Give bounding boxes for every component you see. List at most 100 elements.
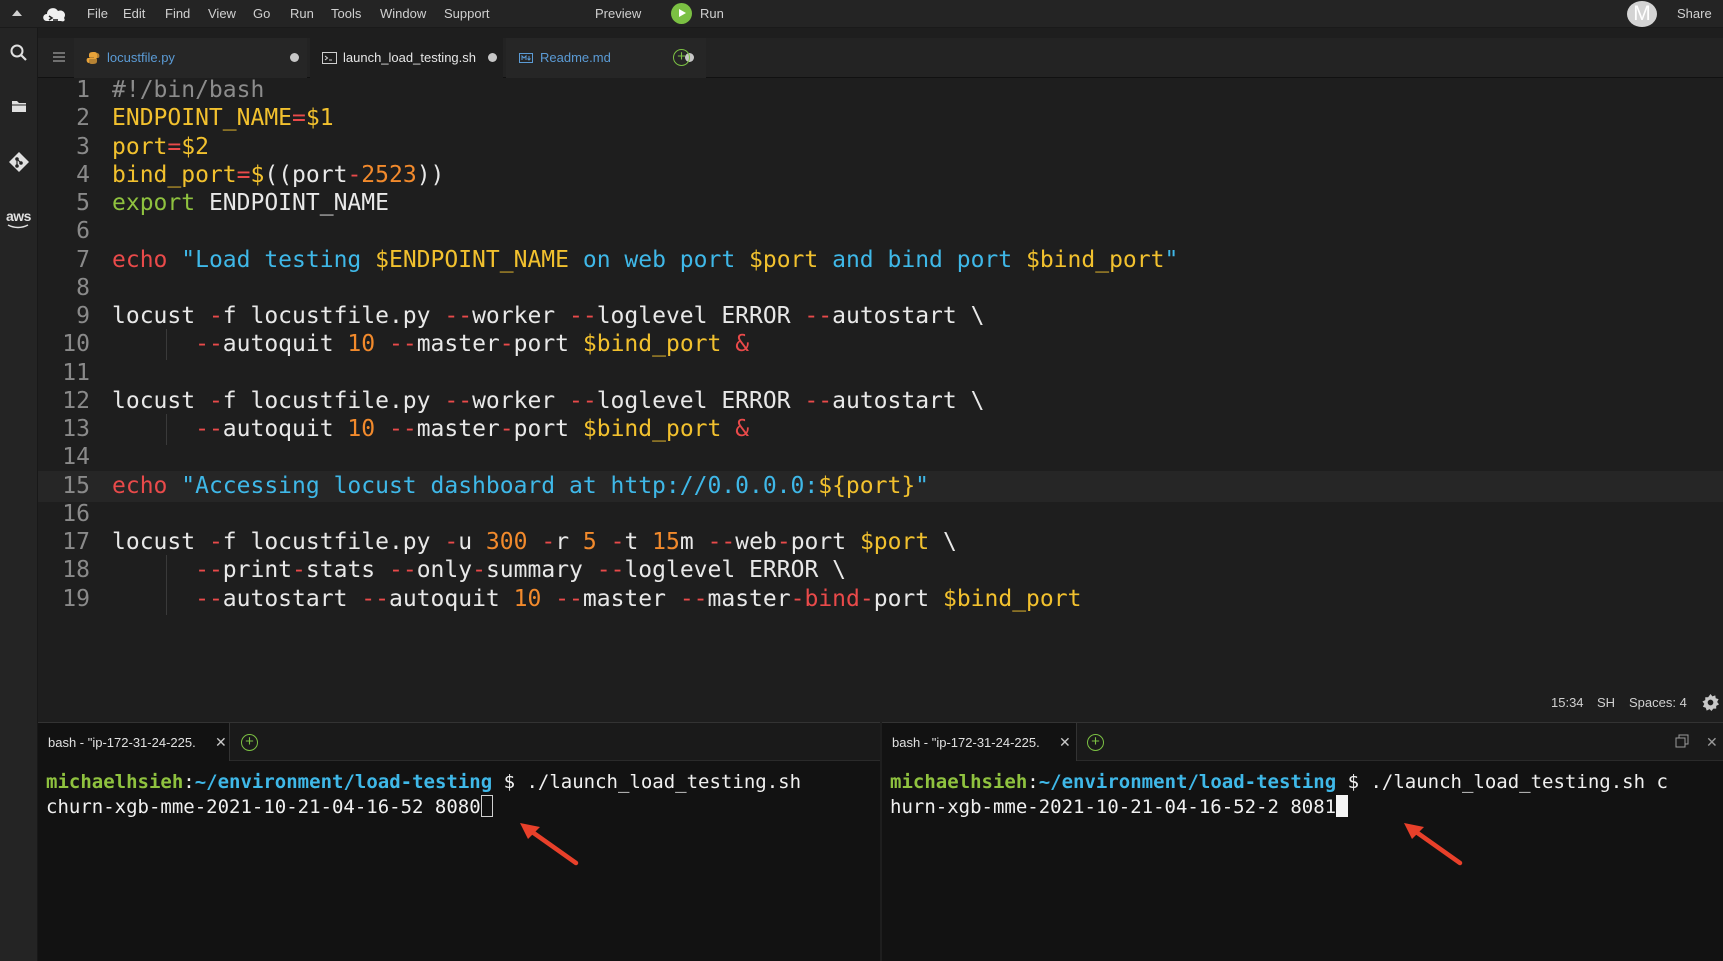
code-token: = <box>292 105 306 132</box>
menu-file[interactable]: File <box>87 6 108 21</box>
menu-window[interactable]: Window <box>380 6 426 21</box>
menu-view[interactable]: View <box>208 6 236 21</box>
folder-icon[interactable] <box>8 95 30 117</box>
line-number[interactable]: 3 <box>38 132 90 163</box>
indentation-setting[interactable]: Spaces: 4 <box>1629 695 1687 710</box>
code-line[interactable]: 18 --print-stats --only-summary --loglev… <box>38 555 1723 587</box>
terminal-panel-2[interactable]: bash - "ip-172-31-24-225. ✕ + ✕ michaelh… <box>882 722 1723 961</box>
add-tab-icon[interactable]: + <box>673 49 690 66</box>
hamburger-menu-icon[interactable] <box>52 50 66 64</box>
code-line[interactable]: 10 --autoquit 10 --master-port $bind_por… <box>38 329 1723 361</box>
code-line[interactable]: 11 <box>38 358 1723 389</box>
language-mode[interactable]: SH <box>1597 695 1615 710</box>
menu-edit[interactable]: Edit <box>123 6 145 21</box>
unsaved-dot-icon[interactable] <box>488 53 497 62</box>
code-token: 10 <box>347 416 376 442</box>
maximize-icon[interactable] <box>1675 734 1689 748</box>
terminal-panel-1[interactable]: bash - "ip-172-31-24-225. ✕ + michaelhsi… <box>38 722 880 961</box>
code-line[interactable]: 9 locust -f locustfile.py --worker --logl… <box>38 301 1723 332</box>
code-line[interactable]: 13 --autoquit 10 --master-port $bind_por… <box>38 414 1723 445</box>
aws-smile-icon <box>7 224 29 229</box>
code-line[interactable]: 6 <box>38 216 1723 247</box>
close-icon[interactable]: ✕ <box>215 734 227 751</box>
line-number[interactable]: 18 <box>38 555 90 586</box>
code-line[interactable]: 12 locust -f locustfile.py --worker --log… <box>38 386 1723 417</box>
collapse-menu-icon[interactable] <box>10 6 24 20</box>
menu-go[interactable]: Go <box>253 6 270 21</box>
tab-launch-load-testing[interactable]: launch_load_testing.sh <box>310 38 503 78</box>
run-play-icon[interactable] <box>671 3 692 24</box>
code-line[interactable]: 17 locust -f locustfile.py -u 300 -r 5 -t… <box>38 527 1723 558</box>
unsaved-dot-icon[interactable] <box>290 53 299 62</box>
code-line[interactable]: 4 bind_port=$((port-2523)) <box>38 160 1723 191</box>
menu-support[interactable]: Support <box>444 6 490 21</box>
line-number[interactable]: 12 <box>38 386 90 417</box>
menu-run[interactable]: Run <box>290 6 314 21</box>
menu-find[interactable]: Find <box>165 6 190 21</box>
line-number[interactable]: 17 <box>38 527 90 558</box>
line-number[interactable]: 4 <box>38 160 90 191</box>
code-token: " <box>1164 246 1179 273</box>
line-number[interactable]: 2 <box>38 103 90 134</box>
code-line[interactable]: 8 <box>38 273 1723 304</box>
line-number[interactable]: 13 <box>38 414 90 445</box>
code-token: $ <box>250 161 265 188</box>
code-token: -- <box>444 303 473 329</box>
code-line[interactable]: 3 port=$2 <box>38 132 1723 163</box>
share-button[interactable]: Share <box>1677 6 1712 21</box>
code-token: ENDPOINT_NAME <box>112 105 293 132</box>
code-line[interactable]: 19 --autostart --autoquit 10 --master --… <box>38 583 1723 615</box>
close-icon[interactable]: ✕ <box>1059 734 1071 751</box>
search-icon[interactable] <box>8 42 30 64</box>
terminal-tab-2[interactable]: bash - "ip-172-31-24-225. ✕ <box>882 723 1077 761</box>
terminal-tab-1[interactable]: bash - "ip-172-31-24-225. ✕ <box>38 723 230 761</box>
code-line[interactable]: 15 echo "Accessing locust dashboard at ht… <box>38 470 1723 502</box>
code-line[interactable]: 16 <box>38 499 1723 530</box>
line-number[interactable]: 15 <box>38 471 90 502</box>
code-token: bind_port <box>112 161 237 188</box>
line-number[interactable]: 9 <box>38 301 90 332</box>
gear-icon[interactable] <box>1701 693 1720 712</box>
line-number[interactable]: 7 <box>38 245 90 276</box>
cloud9-logo-icon[interactable] <box>40 3 68 25</box>
code-line[interactable]: 5 export ENDPOINT_NAME <box>38 188 1723 219</box>
avatar[interactable]: M <box>1627 1 1657 27</box>
code-token: -- <box>388 331 417 358</box>
line-number[interactable]: 14 <box>38 442 90 473</box>
code-text: locust -f locustfile.py --worker --logle… <box>112 301 984 332</box>
cursor-position[interactable]: 15:34 <box>1551 695 1584 710</box>
add-terminal-icon[interactable]: + <box>1087 734 1104 751</box>
code-editor[interactable]: 1 #!/bin/bash 2 ENDPOINT_NAME=$1 3 port=$2 4 bi… <box>38 77 1723 715</box>
code-token: f locustfile.py <box>222 303 445 329</box>
code-token: -- <box>444 387 473 414</box>
code-token: port <box>873 585 943 612</box>
code-token: port <box>513 331 583 358</box>
code-line[interactable]: 2 ENDPOINT_NAME=$1 <box>38 103 1723 134</box>
code-line[interactable]: 14 <box>38 442 1723 473</box>
menu-tools[interactable]: Tools <box>331 6 361 21</box>
line-number[interactable]: 11 <box>38 358 90 389</box>
prompt-colon: : <box>1027 771 1039 793</box>
code-line[interactable]: 1 #!/bin/bash <box>38 75 1723 106</box>
line-number[interactable]: 16 <box>38 499 90 530</box>
code-token: 2523 <box>361 161 417 188</box>
line-number[interactable]: 19 <box>38 584 90 615</box>
line-number[interactable]: 8 <box>38 273 90 304</box>
aws-icon[interactable]: aws <box>6 208 31 230</box>
code-text: ENDPOINT_NAME=$1 <box>112 103 334 134</box>
preview-button[interactable]: Preview <box>595 6 641 21</box>
add-terminal-icon[interactable]: + <box>241 734 258 751</box>
code-token: ${port} <box>818 472 916 499</box>
code-line[interactable]: 7 echo "Load testing $ENDPOINT_NAME on we… <box>38 245 1723 276</box>
line-number[interactable]: 6 <box>38 216 90 247</box>
close-panel-icon[interactable]: ✕ <box>1706 734 1718 751</box>
markdown-icon <box>519 53 533 63</box>
run-button[interactable]: Run <box>700 6 724 21</box>
git-icon[interactable] <box>8 151 30 173</box>
line-number[interactable]: 5 <box>38 188 90 219</box>
tab-locustfile[interactable]: locustfile.py <box>74 38 307 78</box>
line-number[interactable]: 1 <box>38 75 90 106</box>
line-number[interactable]: 10 <box>38 329 90 360</box>
code-token: #!/bin/bash <box>112 77 265 103</box>
